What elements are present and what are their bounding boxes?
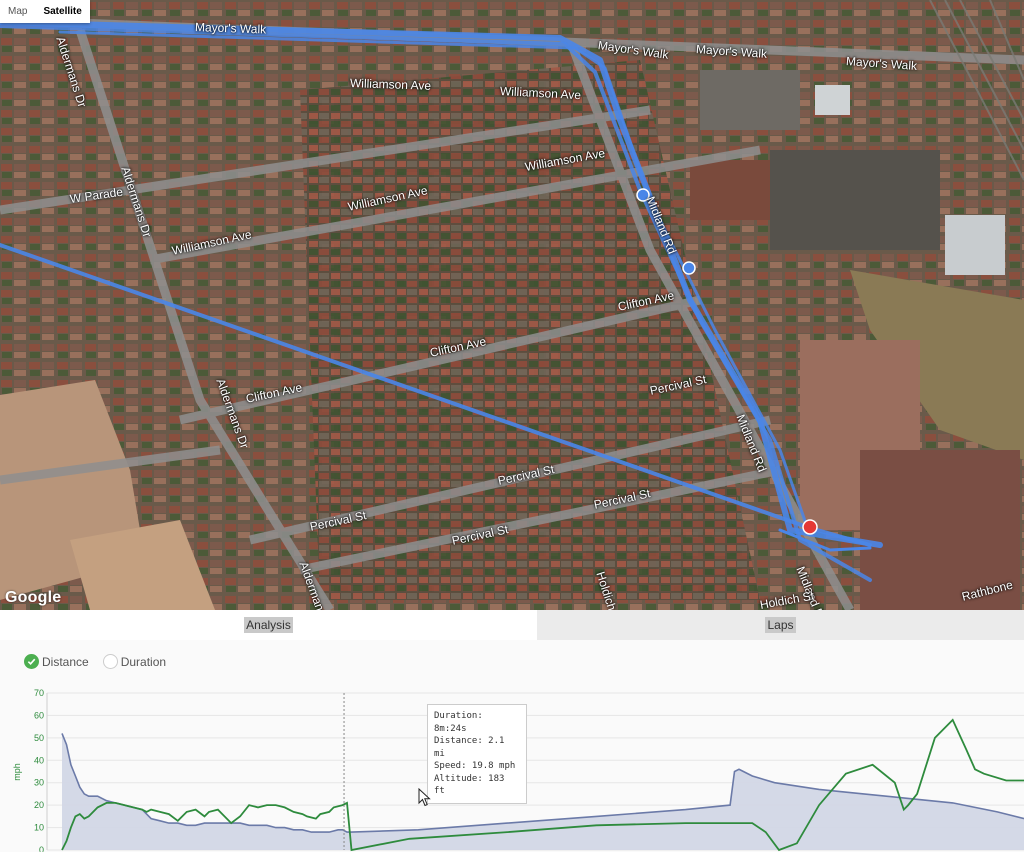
tab-bar: Analysis Laps: [0, 610, 1024, 640]
route-waypoint[interactable]: [682, 261, 696, 275]
tooltip-altitude: Altitude: 183 ft: [434, 773, 505, 797]
map-type-control: Map Satellite: [0, 0, 90, 23]
street-label: Williamson Ave: [349, 76, 432, 93]
altitude-area: [62, 733, 1024, 850]
duration-option[interactable]: Duration: [102, 654, 167, 669]
y-tick-label: 0: [39, 845, 44, 852]
google-logo: Google: [5, 589, 62, 606]
map-type-satellite-button[interactable]: Satellite: [35, 0, 89, 23]
y-tick-label: 40: [34, 755, 44, 765]
tooltip-duration: Duration: 8m:24s: [434, 711, 483, 734]
y-tick-label: 60: [34, 710, 44, 720]
distance-option[interactable]: Distance: [24, 654, 89, 669]
check-icon: [24, 654, 39, 669]
y-tick-label: 70: [34, 688, 44, 698]
speed-altitude-chart[interactable]: mph 0 10 20 30 40 50 60 70 Duration: 8m:24s Dist…: [0, 680, 1024, 852]
distance-label: Distance: [42, 654, 89, 669]
duration-label: Duration: [120, 654, 167, 669]
y-axis-label: mph: [12, 763, 22, 781]
tab-laps-label: Laps: [765, 617, 796, 633]
tooltip-speed: Speed: 19.8 mph: [434, 761, 516, 771]
position-marker[interactable]: [802, 519, 818, 535]
mouse-cursor-icon: [418, 788, 431, 807]
metric-toggle: Distance Duration: [24, 654, 166, 669]
tab-analysis-label: Analysis: [244, 617, 293, 633]
y-tick-label: 50: [34, 733, 44, 743]
chart-tooltip: Duration: 8m:24s Distance: 2.1 mi Speed:…: [427, 704, 527, 804]
tab-analysis[interactable]: Analysis: [0, 610, 537, 640]
activity-viewer: Mayor's Walk Mayor's Walk Mayor's Walk M…: [0, 0, 1024, 852]
street-label: Mayor's Walk: [194, 20, 267, 37]
y-tick-label: 20: [34, 800, 44, 810]
radio-icon: [102, 654, 118, 669]
y-tick-label: 10: [34, 823, 44, 833]
y-tick-label: 30: [34, 778, 44, 788]
map-type-map-button[interactable]: Map: [0, 0, 35, 23]
tab-laps[interactable]: Laps: [537, 610, 1024, 640]
map-view[interactable]: Mayor's Walk Mayor's Walk Mayor's Walk M…: [0, 0, 1024, 610]
tooltip-distance: Distance: 2.1 mi: [434, 736, 505, 759]
